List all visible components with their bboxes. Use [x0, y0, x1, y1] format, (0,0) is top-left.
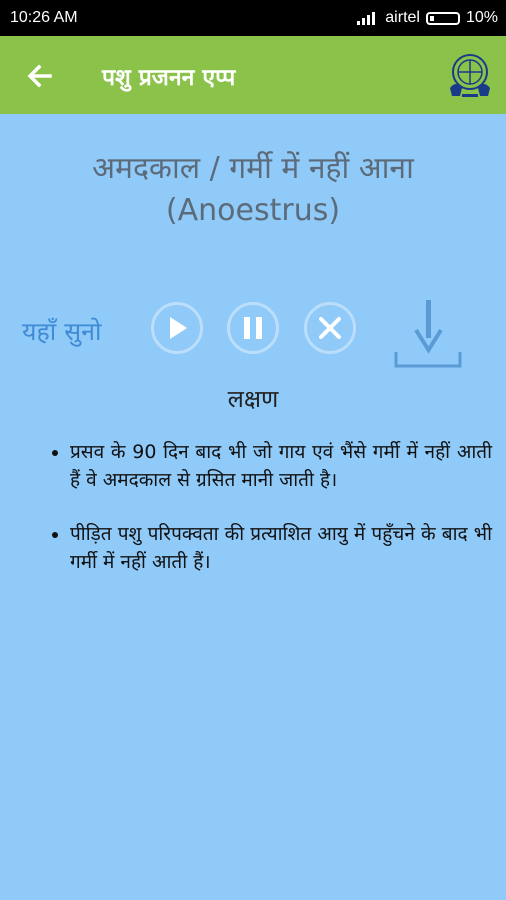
institute-logo — [446, 50, 494, 100]
status-right: airtel 10% — [357, 9, 498, 27]
status-time: 10:26 AM — [10, 9, 78, 27]
pause-icon — [227, 302, 279, 354]
stop-button[interactable] — [303, 301, 357, 355]
battery-icon — [425, 11, 460, 25]
pause-button[interactable] — [226, 301, 280, 355]
symptoms-list: प्रसव के 90 दिन बाद भी जो गाय एवं भैंसे … — [40, 438, 492, 602]
status-am-pm: AM — [53, 9, 78, 26]
page-title: अमदकाल / गर्मी में नहीं आना (Anoestrus) — [0, 148, 506, 232]
close-icon — [304, 302, 356, 354]
page-title-english: (Anoestrus) — [165, 193, 341, 228]
back-button[interactable] — [22, 58, 58, 94]
status-time-value: 10:26 — [10, 9, 51, 26]
listen-label: यहाँ सुनो — [22, 317, 102, 346]
page-title-hindi: अमदकाल / गर्मी में नहीं आना — [92, 151, 414, 186]
symptoms-heading: लक्षण — [227, 385, 279, 413]
back-arrow-icon — [27, 64, 52, 88]
signal-icon — [357, 11, 376, 25]
carrier-name: airtel — [385, 9, 420, 26]
list-item: पीड़ित पशु परिपक्वता की प्रत्याशित आयु म… — [70, 520, 492, 576]
app-bar: पशु प्रजनन एप्प — [0, 36, 506, 114]
play-icon — [151, 302, 203, 354]
battery-percent: 10% — [465, 9, 498, 26]
app-title: पशु प्रजनन एप्प — [102, 65, 236, 91]
download-button[interactable] — [392, 298, 464, 370]
status-bar: 10:26 AM airtel 10% — [0, 0, 506, 36]
play-button[interactable] — [150, 301, 204, 355]
list-item: प्रसव के 90 दिन बाद भी जो गाय एवं भैंसे … — [70, 438, 492, 494]
download-icon — [394, 300, 462, 368]
